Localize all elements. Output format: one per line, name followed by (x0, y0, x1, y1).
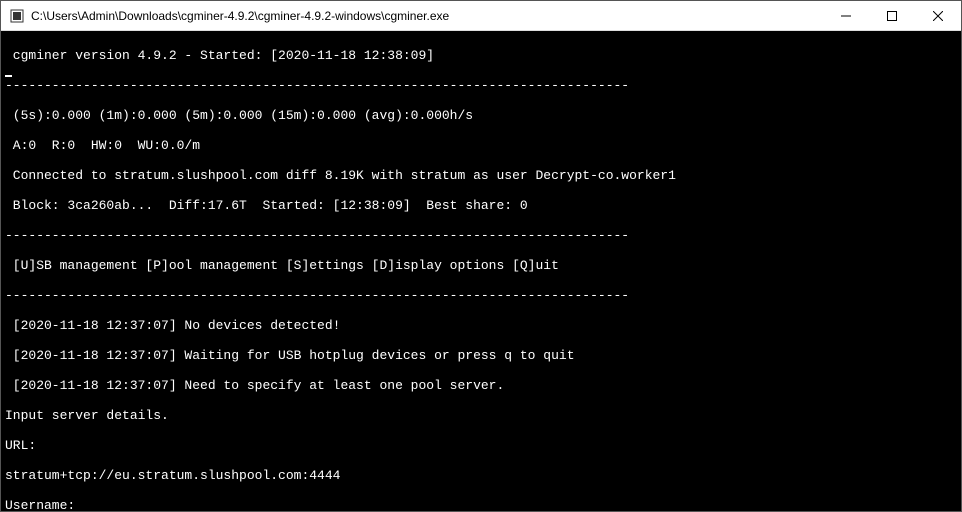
hashrate-stats: (5s):0.000 (1m):0.000 (5m):0.000 (15m):0… (5, 108, 957, 123)
console-header: cgminer version 4.9.2 - Started: [2020-1… (5, 48, 957, 63)
close-icon (933, 11, 943, 21)
divider: ----------------------------------------… (5, 288, 957, 303)
titlebar[interactable]: C:\Users\Admin\Downloads\cgminer-4.9.2\c… (1, 1, 961, 31)
text-cursor (5, 75, 12, 77)
menu-options: [U]SB management [P]ool management [S]et… (5, 258, 957, 273)
app-window: C:\Users\Admin\Downloads\cgminer-4.9.2\c… (0, 0, 962, 512)
close-button[interactable] (915, 1, 961, 30)
url-value: stratum+tcp://eu.stratum.slushpool.com:4… (5, 468, 957, 483)
console-output[interactable]: cgminer version 4.9.2 - Started: [2020-1… (1, 31, 961, 511)
input-header: Input server details. (5, 408, 957, 423)
minimize-icon (841, 11, 851, 21)
maximize-icon (887, 11, 897, 21)
work-stats: A:0 R:0 HW:0 WU:0.0/m (5, 138, 957, 153)
log-line: [2020-11-18 12:37:07] No devices detecte… (5, 318, 957, 333)
minimize-button[interactable] (823, 1, 869, 30)
window-title: C:\Users\Admin\Downloads\cgminer-4.9.2\c… (31, 9, 823, 23)
username-label: Username: (5, 498, 957, 511)
divider: ----------------------------------------… (5, 78, 957, 93)
maximize-button[interactable] (869, 1, 915, 30)
app-icon (9, 8, 25, 24)
log-line: [2020-11-18 12:37:07] Waiting for USB ho… (5, 348, 957, 363)
log-line: [2020-11-18 12:37:07] Need to specify at… (5, 378, 957, 393)
divider: ----------------------------------------… (5, 228, 957, 243)
window-controls (823, 1, 961, 30)
url-label: URL: (5, 438, 957, 453)
connection-status: Connected to stratum.slushpool.com diff … (5, 168, 957, 183)
block-info: Block: 3ca260ab... Diff:17.6T Started: [… (5, 198, 957, 213)
